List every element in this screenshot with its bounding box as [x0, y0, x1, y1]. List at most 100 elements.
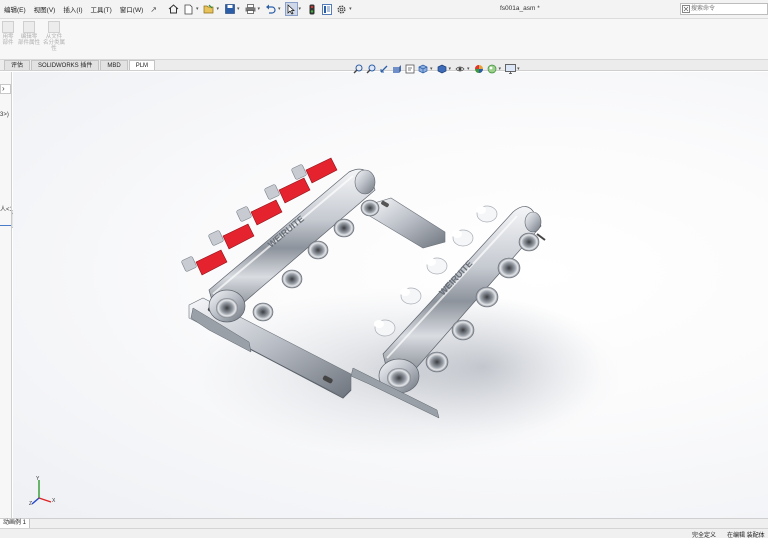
- open-dropdown-icon[interactable]: ▾: [216, 6, 219, 12]
- edit-properties-icon: [23, 21, 35, 33]
- zoom-to-area-button[interactable]: [365, 63, 377, 75]
- white-cap[interactable]: [452, 229, 474, 247]
- outlet-fitting[interactable]: [475, 286, 499, 308]
- zoom-to-fit-button[interactable]: [352, 63, 364, 75]
- model-tabs-bar: 动画例 1: [0, 518, 768, 528]
- display-style-button[interactable]: [436, 63, 448, 75]
- triad-z-axis: [31, 497, 40, 505]
- home-button[interactable]: [167, 2, 180, 16]
- status-editing: 在编辑 装配体: [727, 533, 765, 538]
- gear-icon: [337, 5, 346, 13]
- select-dropdown-icon[interactable]: ▾: [299, 6, 302, 12]
- valve-handle[interactable]: [236, 199, 283, 226]
- search-input[interactable]: [691, 4, 765, 14]
- outlet-fitting[interactable]: [252, 302, 274, 322]
- options-dropdown-icon[interactable]: ▾: [349, 6, 352, 12]
- valve-handle[interactable]: [181, 249, 228, 276]
- print-button[interactable]: [244, 2, 257, 16]
- ribbon-button-label: 部件属性: [17, 40, 40, 46]
- outlet-fitting[interactable]: [333, 218, 355, 238]
- feature-manager-panel: › 3>) 人<1: [0, 72, 12, 518]
- outlet-fitting[interactable]: [425, 351, 449, 373]
- valve-handle[interactable]: [291, 157, 338, 184]
- undo-button[interactable]: [264, 2, 277, 16]
- view-orientation-dropdown-icon[interactable]: ▾: [430, 66, 433, 72]
- menu-view[interactable]: 视图(V): [30, 4, 60, 14]
- save-dropdown-icon[interactable]: ▾: [237, 6, 240, 12]
- save-icon: [224, 4, 235, 14]
- white-cap[interactable]: [476, 205, 498, 223]
- file-properties-button[interactable]: [320, 2, 333, 16]
- section-view-button[interactable]: [391, 63, 403, 75]
- undo-dropdown-icon[interactable]: ▾: [278, 6, 281, 12]
- search-box[interactable]: [680, 3, 768, 15]
- document-title: fs001a_asm *: [500, 5, 540, 12]
- valve-handle[interactable]: [208, 223, 255, 250]
- eye-icon: [455, 66, 465, 72]
- save-button[interactable]: [223, 2, 236, 16]
- scene-icon: [487, 64, 496, 74]
- assembly-model[interactable]: WEIRUITE WEIRUITE: [13, 72, 768, 518]
- view-settings-dropdown-icon[interactable]: ▾: [517, 66, 520, 72]
- hide-show-dropdown-icon[interactable]: ▾: [467, 66, 470, 72]
- apply-scene-button[interactable]: [486, 63, 498, 75]
- graphics-viewport[interactable]: WEIRUITE WEIRUITE Y X Z: [13, 72, 768, 518]
- edit-appearance-button[interactable]: [473, 63, 485, 75]
- new-dropdown-icon[interactable]: ▾: [196, 6, 199, 12]
- axis-triad: Y X Z: [29, 476, 56, 506]
- menu-tools[interactable]: 工具(T): [86, 4, 115, 14]
- classify-properties-icon: [48, 21, 60, 33]
- monitor-icon: [504, 64, 516, 74]
- home-icon: [168, 4, 179, 14]
- command-ribbon: 用零 部件 编辑零 部件属性 从文件 名分类属性: [0, 19, 768, 60]
- tree-item-snippet[interactable]: 3>): [0, 112, 9, 118]
- status-definition: 完全定义: [692, 533, 717, 538]
- file-properties-icon: [321, 3, 332, 15]
- valve-handle[interactable]: [264, 177, 311, 204]
- apply-scene-dropdown-icon[interactable]: ▾: [499, 66, 502, 72]
- appearance-sphere-icon: [474, 65, 483, 73]
- pin-icon[interactable]: ↗: [147, 5, 160, 14]
- tab-animation[interactable]: 动画例 1: [0, 519, 31, 528]
- menu-window[interactable]: 窗口(W): [116, 4, 147, 14]
- print-dropdown-icon[interactable]: ▾: [258, 6, 261, 12]
- tab-mbd[interactable]: MBD: [100, 60, 128, 70]
- select-cursor-icon: [287, 3, 295, 14]
- print-icon: [245, 4, 256, 14]
- selection-highlight: [0, 225, 11, 226]
- tab-solidworks-addins[interactable]: SOLIDWORKS 插件: [31, 60, 100, 70]
- outlet-fitting[interactable]: [307, 240, 329, 260]
- previous-view-button[interactable]: [378, 63, 390, 75]
- zoom-to-area-icon: [366, 64, 376, 74]
- rebuild-button[interactable]: [305, 2, 318, 16]
- outlet-fitting[interactable]: [281, 269, 303, 289]
- tab-plm[interactable]: PLM: [128, 60, 156, 70]
- ribbon-button-classify-properties[interactable]: 从文件 名分类属性: [42, 21, 66, 52]
- display-style-icon: [437, 64, 446, 74]
- outlet-fitting[interactable]: [451, 319, 475, 341]
- triad-x-axis: [38, 497, 52, 503]
- outlet-fitting[interactable]: [518, 232, 540, 252]
- tab-evaluate[interactable]: 评估: [4, 60, 31, 70]
- outlet-fitting[interactable]: [360, 199, 380, 217]
- white-cap[interactable]: [426, 257, 448, 275]
- triad-z-label: Z: [29, 501, 32, 506]
- ribbon-button-label: 名分类属性: [42, 40, 65, 52]
- view-settings-button[interactable]: [504, 63, 516, 75]
- title-bar: 编辑(E) 视图(V) 插入(I) 工具(T) 窗口(W) ↗ ▾ ▾ ▾ ▾ …: [0, 0, 768, 19]
- display-style-dropdown-icon[interactable]: ▾: [449, 66, 452, 72]
- select-button[interactable]: [284, 2, 298, 16]
- dynamic-annotation-button[interactable]: [404, 63, 416, 75]
- ribbon-button-edit-properties[interactable]: 编辑零 部件属性: [17, 21, 41, 46]
- chevron-right-icon[interactable]: ›: [2, 84, 5, 93]
- outlet-fitting[interactable]: [497, 257, 521, 279]
- menu-insert[interactable]: 插入(I): [59, 4, 86, 14]
- view-orientation-button[interactable]: [417, 63, 429, 75]
- new-document-button[interactable]: [182, 2, 195, 16]
- mounting-bracket-top[interactable]: [367, 197, 446, 249]
- undo-icon: [266, 4, 276, 14]
- open-button[interactable]: [202, 2, 215, 16]
- options-button[interactable]: [335, 2, 348, 16]
- menu-edit[interactable]: 编辑(E): [0, 4, 30, 14]
- hide-show-button[interactable]: [454, 63, 466, 75]
